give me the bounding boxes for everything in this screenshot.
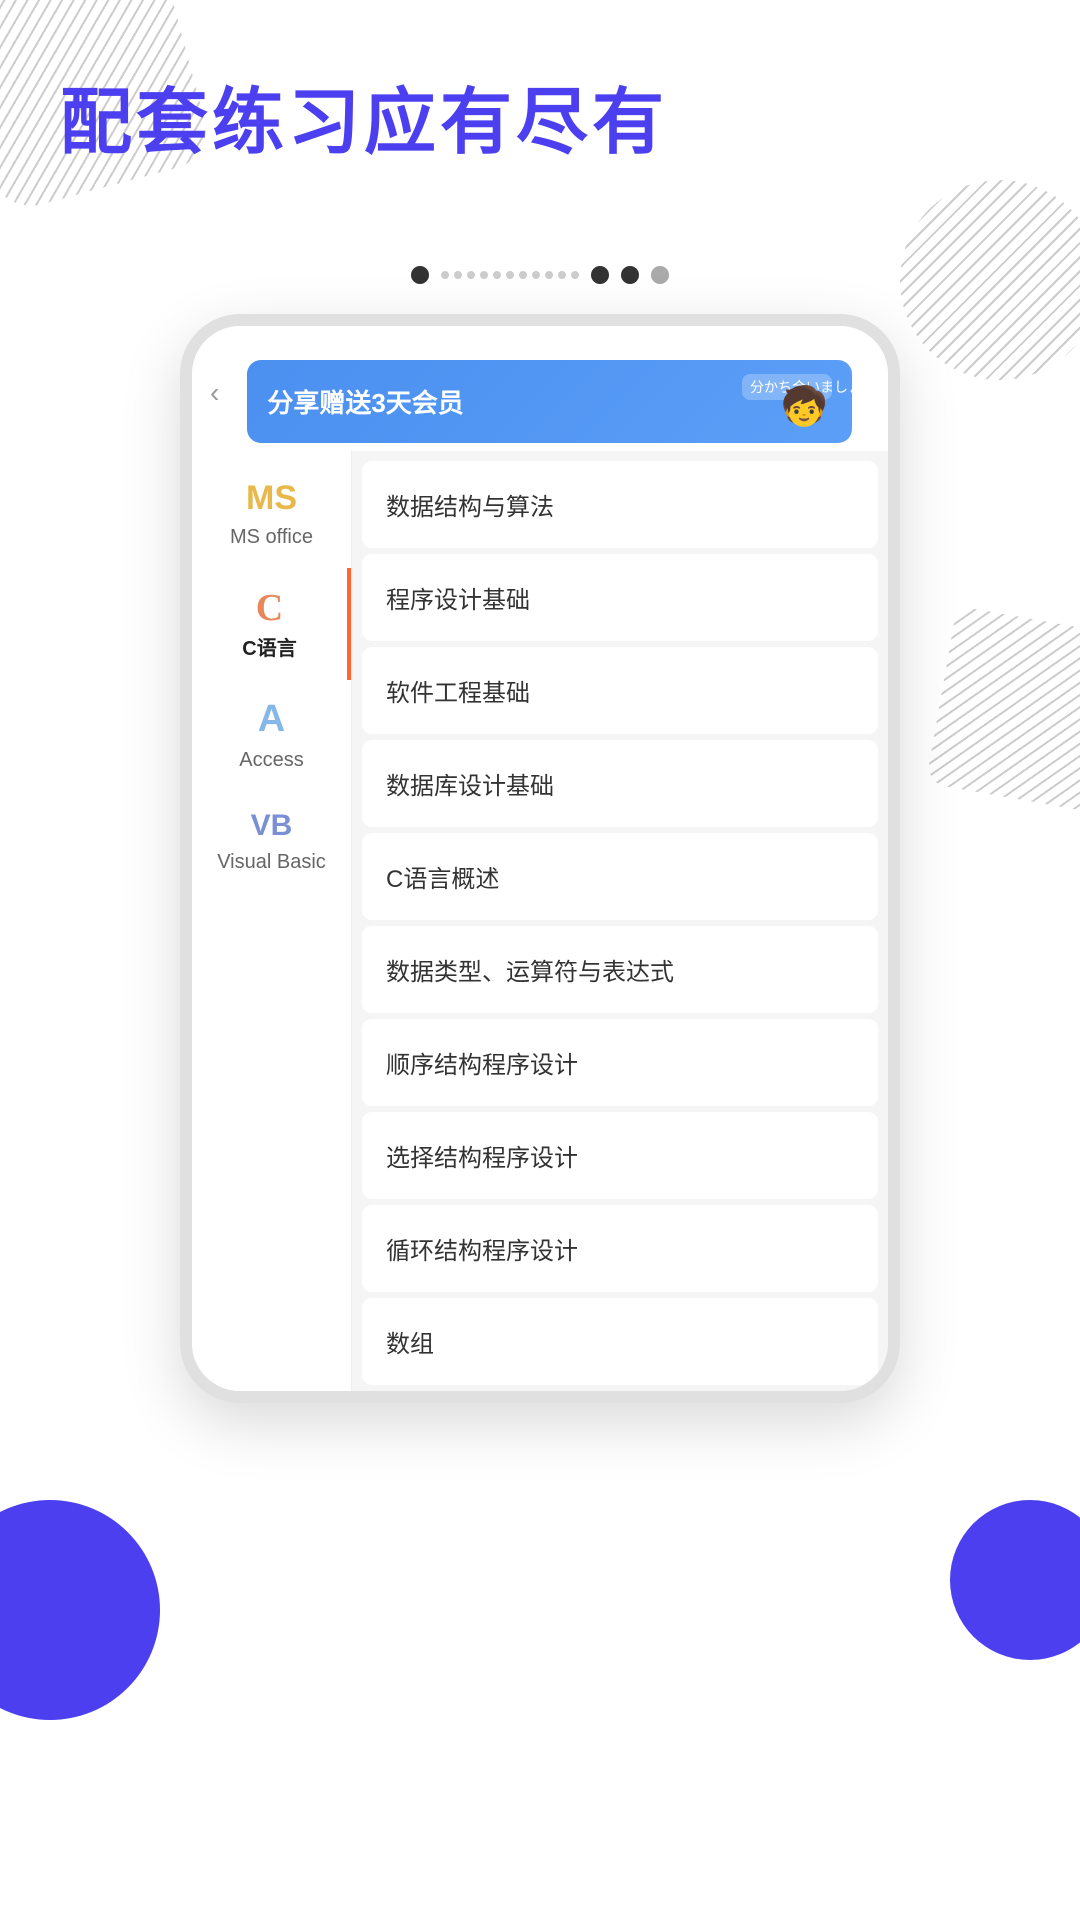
list-item[interactable]: 数组	[362, 1298, 878, 1385]
main-list: 数据结构与算法程序设计基础软件工程基础数据库设计基础C语言概述数据类型、运算符与…	[352, 451, 888, 1391]
vb-label: Visual Basic	[217, 849, 326, 875]
share-banner-text: 分享赠送3天会员	[267, 383, 463, 420]
sidebar-item-c-language[interactable]: C C语言	[192, 568, 351, 680]
mascot-area: 分かち合いましょう 🧒	[742, 374, 832, 429]
phone-mockup: ‹ 分享赠送3天会员 分かち合いましょう 🧒 MS M	[0, 314, 1080, 1403]
list-item[interactable]: 程序设计基础	[362, 554, 878, 641]
list-item[interactable]: 选择结构程序设计	[362, 1112, 878, 1199]
dot-small-9	[545, 271, 553, 279]
list-item[interactable]: 顺序结构程序设计	[362, 1019, 878, 1106]
list-item[interactable]: 循环结构程序设计	[362, 1205, 878, 1292]
c-language-icon: C	[256, 586, 283, 630]
dot-3	[621, 266, 639, 284]
dot-small-6	[506, 271, 514, 279]
list-item[interactable]: 数据类型、运算符与表达式	[362, 926, 878, 1013]
access-label: Access	[239, 747, 303, 773]
dot-line	[441, 271, 579, 279]
list-item[interactable]: 数据库设计基础	[362, 740, 878, 827]
ms-office-label: MS office	[230, 524, 313, 550]
dot-1	[411, 266, 429, 284]
dot-small-3	[467, 271, 475, 279]
list-item[interactable]: 软件工程基础	[362, 647, 878, 734]
dot-small-8	[532, 271, 540, 279]
dot-small-1	[441, 271, 449, 279]
dot-small-10	[558, 271, 566, 279]
access-icon: A	[258, 698, 285, 741]
dot-small-11	[571, 271, 579, 279]
dot-small-7	[519, 271, 527, 279]
phone-body: ‹ 分享赠送3天会员 分かち合いましょう 🧒 MS M	[180, 314, 900, 1403]
dot-small-5	[493, 271, 501, 279]
dot-small-2	[454, 271, 462, 279]
dot-2	[591, 266, 609, 284]
sidebar-item-visual-basic[interactable]: VB Visual Basic	[192, 791, 351, 893]
list-item[interactable]: C语言概述	[362, 833, 878, 920]
dot-4	[651, 266, 669, 284]
header-title: 配套练习应有尽有	[60, 80, 1020, 166]
sidebar-item-access[interactable]: A Access	[192, 680, 351, 791]
sidebar-item-ms-office[interactable]: MS MS office	[192, 461, 351, 568]
header-section: 配套练习应有尽有	[0, 0, 1080, 206]
decoration-bottom-left	[0, 1500, 160, 1720]
list-item[interactable]: 数据结构与算法	[362, 461, 878, 548]
vb-icon: VB	[251, 809, 293, 843]
share-banner[interactable]: 分享赠送3天会员 分かち合いましょう 🧒	[247, 360, 852, 443]
phone-content: MS MS office C C语言 A Access VB Visual Ba…	[192, 451, 888, 1391]
mascot-icon: 🧒	[781, 385, 828, 429]
phone-header: ‹ 分享赠送3天会员 分かち合いましょう 🧒	[192, 326, 888, 451]
decoration-bottom-right	[950, 1500, 1080, 1660]
ms-office-icon: MS	[246, 479, 297, 518]
pagination	[0, 266, 1080, 284]
dot-small-4	[480, 271, 488, 279]
back-button[interactable]: ‹	[210, 377, 219, 409]
sidebar: MS MS office C C语言 A Access VB Visual Ba…	[192, 451, 352, 1391]
c-language-label: C语言	[242, 636, 296, 662]
